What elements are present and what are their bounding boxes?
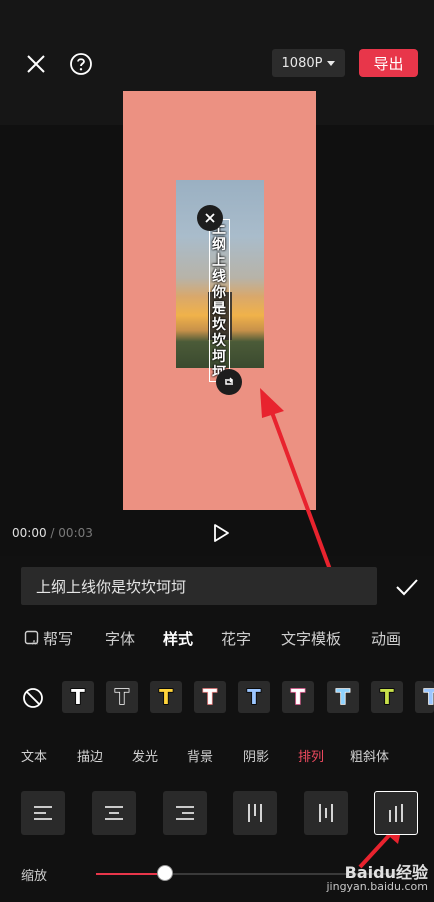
export-button[interactable]: 导出 xyxy=(359,49,418,77)
style-preset-6[interactable]: T xyxy=(282,681,314,713)
play-icon[interactable] xyxy=(208,521,234,545)
style-preset-5[interactable]: T xyxy=(238,681,270,713)
style-preset-4[interactable]: T xyxy=(194,681,226,713)
tab-bar: AI 帮写 字体 样式 花字 文字模板 动画 xyxy=(0,622,434,656)
chevron-down-icon xyxy=(327,60,336,66)
svg-text:AI: AI xyxy=(32,640,38,647)
no-style-icon[interactable] xyxy=(21,686,45,710)
align-right-button[interactable] xyxy=(163,791,207,835)
zoom-slider-fill xyxy=(96,873,165,875)
style-preset-glyph: T xyxy=(246,684,261,710)
subtab-text[interactable]: 文本 xyxy=(21,746,47,765)
style-preset-glyph: T xyxy=(114,684,129,710)
current-time: 00:00 xyxy=(12,526,47,540)
style-preset-9[interactable]: T xyxy=(415,681,434,713)
align-left-icon xyxy=(34,806,52,820)
style-preset-glyph: T xyxy=(335,684,350,710)
zoom-slider-handle[interactable] xyxy=(157,865,173,881)
style-preset-2[interactable]: T xyxy=(106,681,138,713)
style-preset-glyph: T xyxy=(70,684,85,710)
style-preset-1[interactable]: T xyxy=(62,681,94,713)
style-preset-glyph: T xyxy=(158,684,173,710)
rotate-scale-icon[interactable] xyxy=(216,369,242,395)
subtab-arrange[interactable]: 排列 xyxy=(298,746,324,765)
subtab-bold-italic[interactable]: 粗斜体 xyxy=(350,746,389,765)
tab-fancy-text[interactable]: 花字 xyxy=(221,628,251,649)
align-center-icon xyxy=(105,806,123,820)
tab-animation[interactable]: 动画 xyxy=(371,628,401,649)
subtab-glow[interactable]: 发光 xyxy=(132,746,158,765)
zoom-label: 缩放 xyxy=(21,869,48,884)
vertical-top-button[interactable] xyxy=(233,791,277,835)
help-icon[interactable] xyxy=(67,50,95,78)
align-left-button[interactable] xyxy=(21,791,65,835)
style-preset-3[interactable]: T xyxy=(150,681,182,713)
time-separator: / xyxy=(50,526,55,540)
tab-text-template[interactable]: 文字模板 xyxy=(281,628,341,649)
subtab-stroke[interactable]: 描边 xyxy=(77,746,103,765)
close-icon[interactable] xyxy=(22,50,50,78)
vertical-bottom-button[interactable] xyxy=(374,791,418,835)
vertical-bottom-icon xyxy=(389,804,403,822)
confirm-check-icon[interactable] xyxy=(393,573,421,601)
align-right-icon xyxy=(176,806,194,820)
align-center-button[interactable] xyxy=(92,791,136,835)
tab-font[interactable]: 字体 xyxy=(105,628,135,649)
watermark-url: jingyan.baidu.com xyxy=(326,880,428,893)
overlay-text: 上纲上线你是坎坎坷坷 xyxy=(212,221,226,381)
watermark-brand: Baidu经验 xyxy=(344,863,428,882)
style-preset-glyph: T xyxy=(202,684,217,710)
style-preset-glyph: T xyxy=(379,684,394,710)
vertical-center-button[interactable] xyxy=(304,791,348,835)
total-time: 00:03 xyxy=(58,526,93,540)
delete-text-icon[interactable] xyxy=(197,205,223,231)
text-content-input[interactable]: 上纲上线你是坎坎坷坷 xyxy=(21,567,377,605)
watermark: Baidu经验 jingyan.baidu.com xyxy=(326,863,428,894)
style-preset-8[interactable]: T xyxy=(371,681,403,713)
style-preset-7[interactable]: T xyxy=(327,681,359,713)
resolution-dropdown[interactable]: 1080P xyxy=(272,49,345,77)
ai-write-icon: AI xyxy=(24,630,39,647)
style-preset-glyph: T xyxy=(290,684,305,710)
tab-style[interactable]: 样式 xyxy=(163,628,193,649)
subtab-shadow[interactable]: 阴影 xyxy=(243,746,269,765)
resolution-label: 1080P xyxy=(281,55,323,71)
vertical-top-icon xyxy=(248,804,262,822)
playback-time: 00:00 / 00:03 xyxy=(12,526,93,540)
vertical-center-icon xyxy=(319,804,333,822)
annotation-arrow xyxy=(260,388,334,576)
subtab-background[interactable]: 背景 xyxy=(187,746,213,765)
style-preset-glyph: T xyxy=(423,684,434,710)
tab-write-assist[interactable]: AI 帮写 xyxy=(24,628,73,649)
